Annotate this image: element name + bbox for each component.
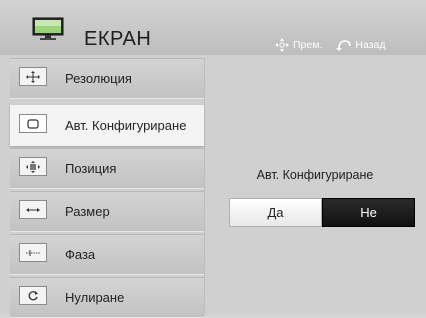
sidebar-item-reset[interactable]: Нулиране [10, 277, 204, 318]
header-bar: ЕКРАН Прем. Назад [0, 0, 426, 55]
sidebar-item-label: Резолюция [65, 71, 132, 86]
sidebar-item-phase[interactable]: Фаза [10, 234, 204, 275]
move-arrows-icon [275, 38, 289, 52]
key-hints: Прем. Назад [274, 38, 385, 52]
position-icon [19, 157, 47, 176]
back-icon [336, 40, 352, 51]
reset-icon [19, 286, 47, 305]
sidebar-item-label: Авт. Конфигуриране [65, 118, 187, 133]
auto-config-icon [19, 114, 47, 133]
osd-screen: ЕКРАН Прем. Назад Резолюция Авт. Конфигу… [0, 0, 426, 318]
sidebar-item-label: Позиция [65, 161, 117, 176]
resolution-icon [19, 67, 47, 86]
option-label: Авт. Конфигуриране [256, 168, 374, 182]
yes-button[interactable]: Да [229, 198, 322, 227]
sidebar-item-label: Фаза [65, 247, 96, 262]
monitor-icon [32, 17, 64, 40]
sidebar-menu: Резолюция Авт. Конфигуриране Позиция Раз… [10, 58, 204, 318]
sidebar-item-label: Нулиране [65, 290, 125, 305]
panel-divider [204, 58, 205, 315]
back-hint-label: Назад [355, 39, 386, 51]
sidebar-item-position[interactable]: Позиция [10, 148, 204, 189]
move-hint-label: Прем. [293, 39, 323, 51]
no-button[interactable]: Не [322, 198, 415, 227]
phase-icon [19, 243, 47, 262]
sidebar-item-size[interactable]: Размер [10, 191, 204, 232]
page-title: ЕКРАН [84, 28, 152, 50]
sidebar-item-auto-config[interactable]: Авт. Конфигуриране [10, 105, 204, 146]
sidebar-item-label: Размер [65, 204, 110, 219]
sidebar-item-resolution[interactable]: Резолюция [10, 58, 204, 99]
size-icon [19, 200, 47, 219]
